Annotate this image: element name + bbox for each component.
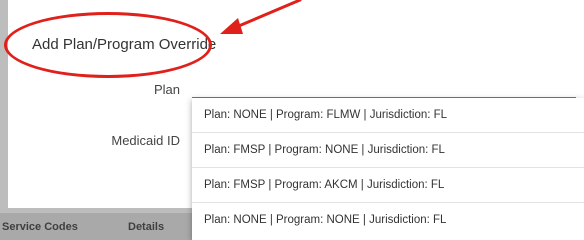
background-tab-service-codes: Service Codes (2, 221, 78, 233)
dropdown-option[interactable]: Plan: NONE | Program: FLMW | Jurisdictio… (192, 98, 584, 133)
background-tab-details: Details (128, 221, 165, 233)
plan-dropdown-list: Plan: NONE | Program: FLMW | Jurisdictio… (192, 98, 584, 240)
dropdown-option[interactable]: Plan: NONE | Program: NONE | Jurisdictio… (192, 203, 584, 238)
plan-label: Plan (153, 82, 180, 97)
modal-title: Add Plan/Program Override (32, 36, 217, 53)
medicaid-id-label: Medicaid ID (111, 133, 180, 148)
dropdown-option[interactable]: Plan: FMSP | Program: NONE | Jurisdictio… (192, 133, 584, 168)
dropdown-option[interactable]: Plan: FMSP | Program: AKCM | Jurisdictio… (192, 168, 584, 203)
